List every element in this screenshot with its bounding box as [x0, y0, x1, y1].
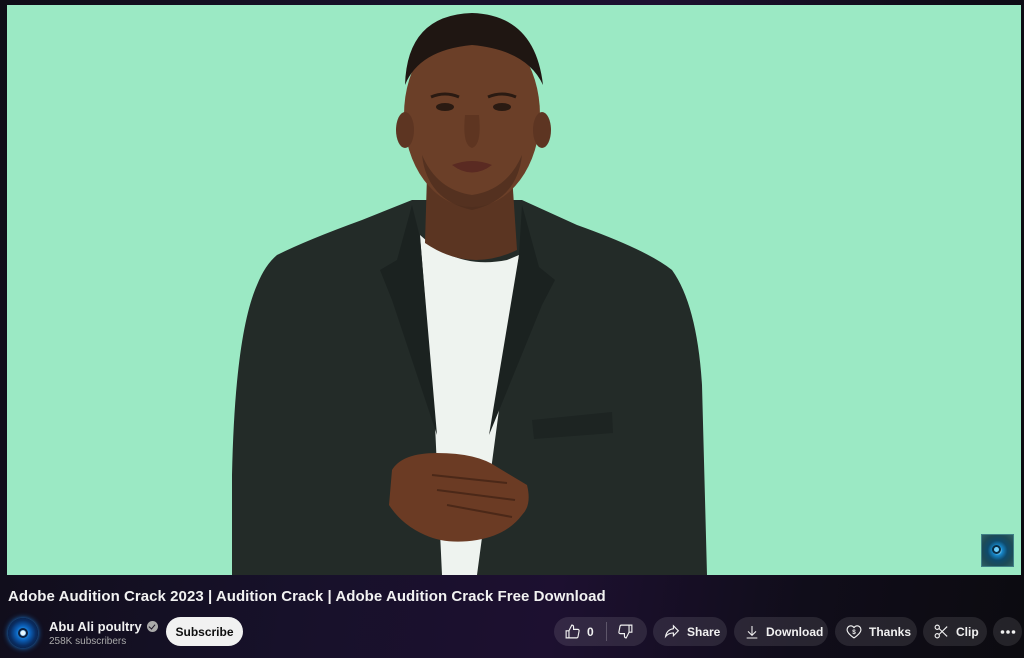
- like-button[interactable]: 0: [554, 617, 594, 646]
- download-icon: [746, 625, 758, 639]
- dislike-button[interactable]: [607, 617, 634, 646]
- share-button[interactable]: Share: [653, 617, 727, 646]
- video-title: Adobe Audition Crack 2023 | Audition Cra…: [8, 588, 606, 605]
- scissors-icon: [934, 624, 948, 639]
- watermark-ring: [992, 545, 1001, 554]
- download-label: Download: [766, 624, 824, 639]
- channel-avatar-icon[interactable]: [8, 618, 38, 648]
- subscriber-count: 258K subscribers: [49, 636, 127, 647]
- thumbs-down-icon: [618, 624, 633, 639]
- like-count: 0: [587, 624, 594, 639]
- video-player[interactable]: [7, 5, 1021, 575]
- thanks-label: Thanks: [869, 624, 912, 639]
- more-horizontal-icon: [1000, 629, 1015, 634]
- video-frame-presenter: [7, 5, 1021, 575]
- clip-button[interactable]: Clip: [923, 617, 987, 646]
- channel-name[interactable]: Abu Ali poultry: [49, 619, 142, 634]
- channel-row: Abu Ali poultry 258K subscribers: [8, 615, 158, 651]
- channel-info: Abu Ali poultry 258K subscribers: [49, 619, 158, 647]
- download-button[interactable]: Download: [734, 617, 828, 646]
- subscribe-button[interactable]: Subscribe: [166, 617, 243, 646]
- thanks-button[interactable]: $ Thanks: [835, 617, 917, 646]
- share-label: Share: [687, 624, 721, 639]
- thumbs-up-icon: [565, 624, 580, 639]
- clip-label: Clip: [956, 624, 979, 639]
- like-dislike-group: 0: [554, 617, 647, 646]
- channel-watermark-icon[interactable]: [981, 534, 1014, 567]
- verified-badge-icon: [146, 621, 158, 632]
- channel-name-link[interactable]: Abu Ali poultry: [49, 619, 158, 634]
- svg-text:$: $: [852, 629, 856, 636]
- share-arrow-icon: [664, 624, 680, 639]
- more-actions-button[interactable]: [993, 617, 1022, 646]
- heart-dollar-icon: $: [846, 625, 862, 639]
